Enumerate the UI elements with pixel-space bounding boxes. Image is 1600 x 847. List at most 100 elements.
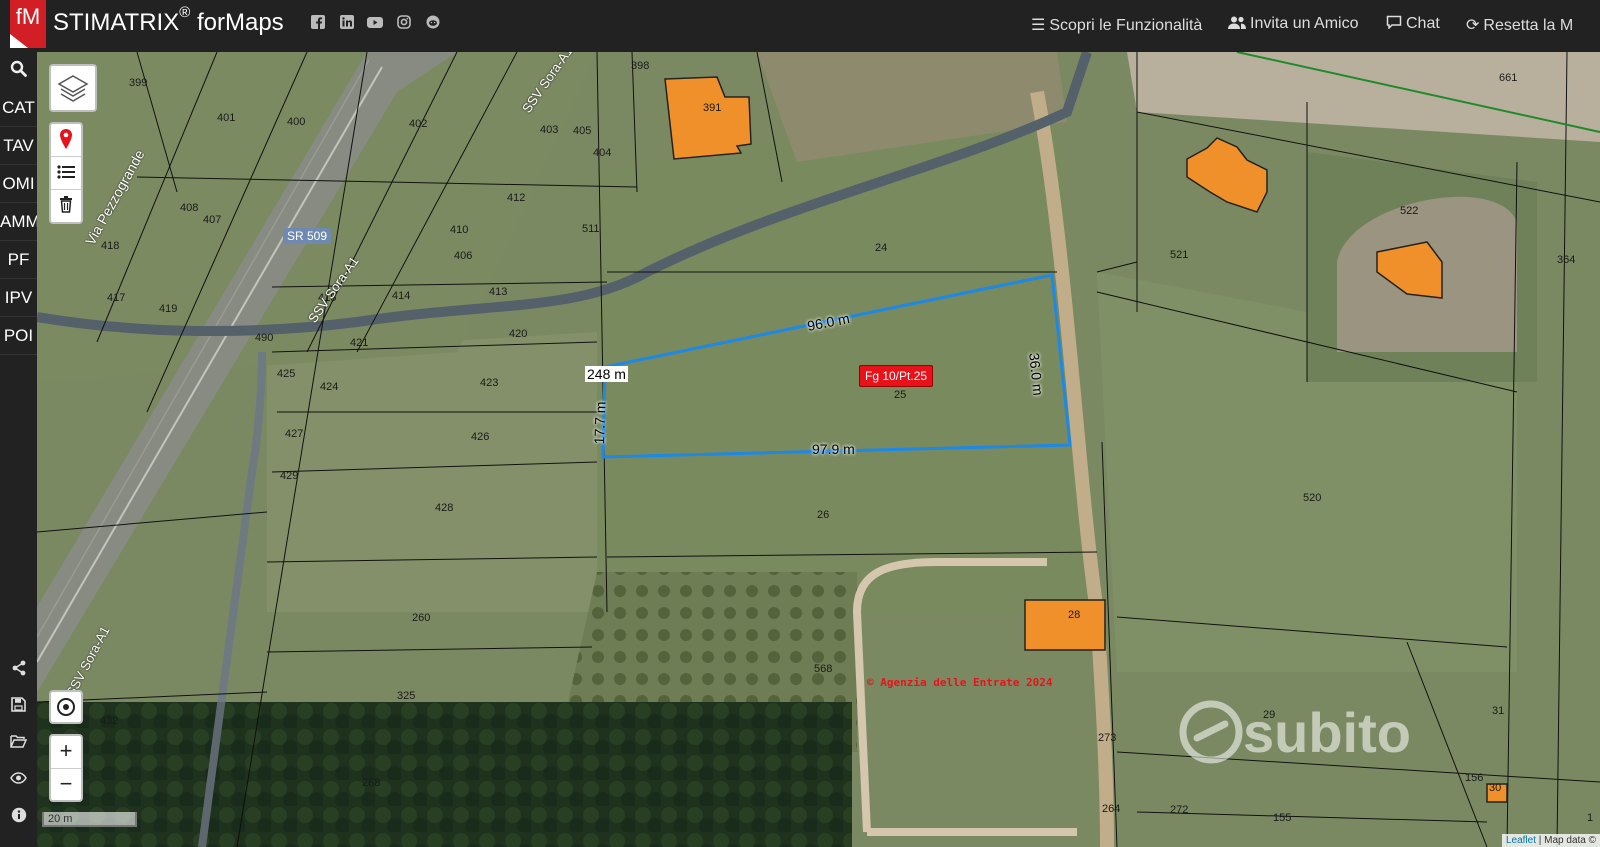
facebook-icon[interactable] xyxy=(310,15,326,31)
parcel-number: 25 xyxy=(894,389,907,401)
parcel-number: 425 xyxy=(277,368,296,380)
parcel-number: 264 xyxy=(1102,803,1121,815)
parcel-number: 520 xyxy=(1303,492,1322,504)
parcel-number: 428 xyxy=(435,502,454,514)
layers-icon xyxy=(57,75,89,102)
nav-features[interactable]: ☰ Scopri le Funzionalità xyxy=(1031,15,1202,35)
measure-corner-label: 248 m xyxy=(585,366,628,382)
parcel-number: 423 xyxy=(480,377,499,389)
parcel-number: 30 xyxy=(1489,782,1502,794)
map-pin-icon xyxy=(60,129,72,149)
linkedin-icon[interactable] xyxy=(339,15,355,31)
parcel-number: 568 xyxy=(814,663,833,675)
map-attribution: Leaflet | Map data © xyxy=(1501,834,1600,847)
app-logo[interactable]: fM xyxy=(10,0,46,48)
share-icon[interactable] xyxy=(0,653,37,683)
parcel-number: 398 xyxy=(631,60,650,72)
nav-invite[interactable]: Invita un Amico xyxy=(1228,15,1359,33)
sidebar-item-cat[interactable]: CAT xyxy=(0,89,37,127)
parcel-number: 405 xyxy=(573,125,592,137)
list-icon: ☰ xyxy=(1031,17,1046,34)
instagram-icon[interactable] xyxy=(396,15,412,31)
parcel-tag[interactable]: Fg 10/Pt.25 xyxy=(859,365,934,387)
parcel-number: 522 xyxy=(1400,205,1419,217)
layers-button[interactable] xyxy=(49,64,97,112)
parcel-number: 432 xyxy=(100,715,119,727)
parcel-number: 427 xyxy=(285,428,304,440)
measure-bottom-label: 97.9 m xyxy=(812,441,855,457)
delete-button[interactable] xyxy=(51,190,81,222)
nav-chat-label: Chat xyxy=(1406,15,1440,32)
top-bar: fM STIMATRIX® forMaps ☰ Scopri le Funzion… xyxy=(0,0,1600,52)
brand-title[interactable]: STIMATRIX® forMaps xyxy=(53,4,284,37)
sidebar-item-tav[interactable]: TAV xyxy=(0,127,37,165)
youtube-icon[interactable] xyxy=(367,15,383,31)
folder-open-icon[interactable] xyxy=(0,726,37,756)
parcel-number: 268 xyxy=(362,777,381,789)
locate-button[interactable] xyxy=(49,690,83,724)
refresh-icon: ⟳ xyxy=(1466,17,1480,34)
sidebar-item-omi[interactable]: OMI xyxy=(0,165,37,203)
copyright-circle-icon: © xyxy=(867,676,874,689)
subito-watermark-text: subito xyxy=(1243,701,1411,764)
users-icon xyxy=(1228,15,1246,33)
locate-icon xyxy=(57,698,75,716)
subito-logo-icon xyxy=(1179,700,1243,764)
parcel-number: 272 xyxy=(1170,804,1189,816)
map-canvas[interactable]: 399 401 400 402 403 405 404 398 391 408 407 418 417 4… xyxy=(37,52,1600,847)
reddit-icon[interactable] xyxy=(425,15,441,31)
leaflet-link[interactable]: Leaflet xyxy=(1506,835,1536,846)
left-sidebar: CAT TAV OMI AMM PF IPV POI xyxy=(0,52,37,847)
search-icon[interactable] xyxy=(0,54,37,84)
nav-chat[interactable]: Chat xyxy=(1386,15,1440,33)
nav-reset[interactable]: ⟳ Resetta la M xyxy=(1466,15,1573,35)
parcel-number: 413 xyxy=(489,286,508,298)
nav-reset-label: Resetta la M xyxy=(1483,17,1574,34)
parcel-number: 414 xyxy=(392,290,411,302)
parcel-number: 429 xyxy=(280,470,299,482)
zoom-control: + − xyxy=(49,734,83,802)
parcel-number: 426 xyxy=(471,431,490,443)
list-button[interactable] xyxy=(51,157,81,190)
parcel-number: 407 xyxy=(203,214,222,226)
parcel-number: 420 xyxy=(509,328,528,340)
parcel-number: 418 xyxy=(101,240,120,252)
parcel-number: 661 xyxy=(1499,72,1518,84)
parcel-number: 155 xyxy=(1273,812,1292,824)
parcel-number: 26 xyxy=(817,509,830,521)
parcel-number: 325 xyxy=(397,690,416,702)
brand-suffix: forMaps xyxy=(196,9,284,36)
parcel-number: 404 xyxy=(593,147,612,159)
sidebar-item-pf[interactable]: PF xyxy=(0,241,37,279)
parcel-number: 403 xyxy=(540,124,559,136)
parcel-number: 31 xyxy=(1492,705,1505,717)
list-bullets-icon xyxy=(57,165,75,179)
measure-left-label: 17.7 m xyxy=(591,401,609,445)
parcel-number: 406 xyxy=(454,250,473,262)
parcel-number: 402 xyxy=(409,118,428,130)
parcel-number: 511 xyxy=(582,223,600,235)
agenzia-watermark: © Agenzia delle Entrate 2024 xyxy=(867,676,1052,689)
parcel-number: 273 xyxy=(1098,732,1117,744)
attribution-text: | Map data © xyxy=(1538,835,1596,846)
info-icon[interactable] xyxy=(0,800,37,830)
sidebar-item-poi[interactable]: POI xyxy=(0,317,37,355)
brand-name: STIMATRIX xyxy=(53,9,180,36)
sidebar-item-ipv[interactable]: IPV xyxy=(0,279,37,317)
parcel-number: 260 xyxy=(412,612,431,624)
parcel-number: 417 xyxy=(107,292,126,304)
map-scale: 20 m xyxy=(42,812,137,827)
road-label-sr509: SR 509 xyxy=(283,228,332,244)
marker-button[interactable] xyxy=(51,124,81,157)
eye-icon[interactable] xyxy=(0,763,37,793)
parcel-number: 156 xyxy=(1465,772,1484,784)
nav-features-label: Scopri le Funzionalità xyxy=(1049,17,1203,34)
zoom-in-button[interactable]: + xyxy=(51,736,81,769)
zoom-out-button[interactable]: − xyxy=(51,769,81,801)
save-icon[interactable] xyxy=(0,689,37,719)
trash-icon xyxy=(60,196,72,213)
chat-icon xyxy=(1386,15,1402,33)
sidebar-item-amm[interactable]: AMM xyxy=(0,203,37,241)
logo-text: fM xyxy=(15,4,41,29)
parcel-number: 399 xyxy=(129,77,148,89)
